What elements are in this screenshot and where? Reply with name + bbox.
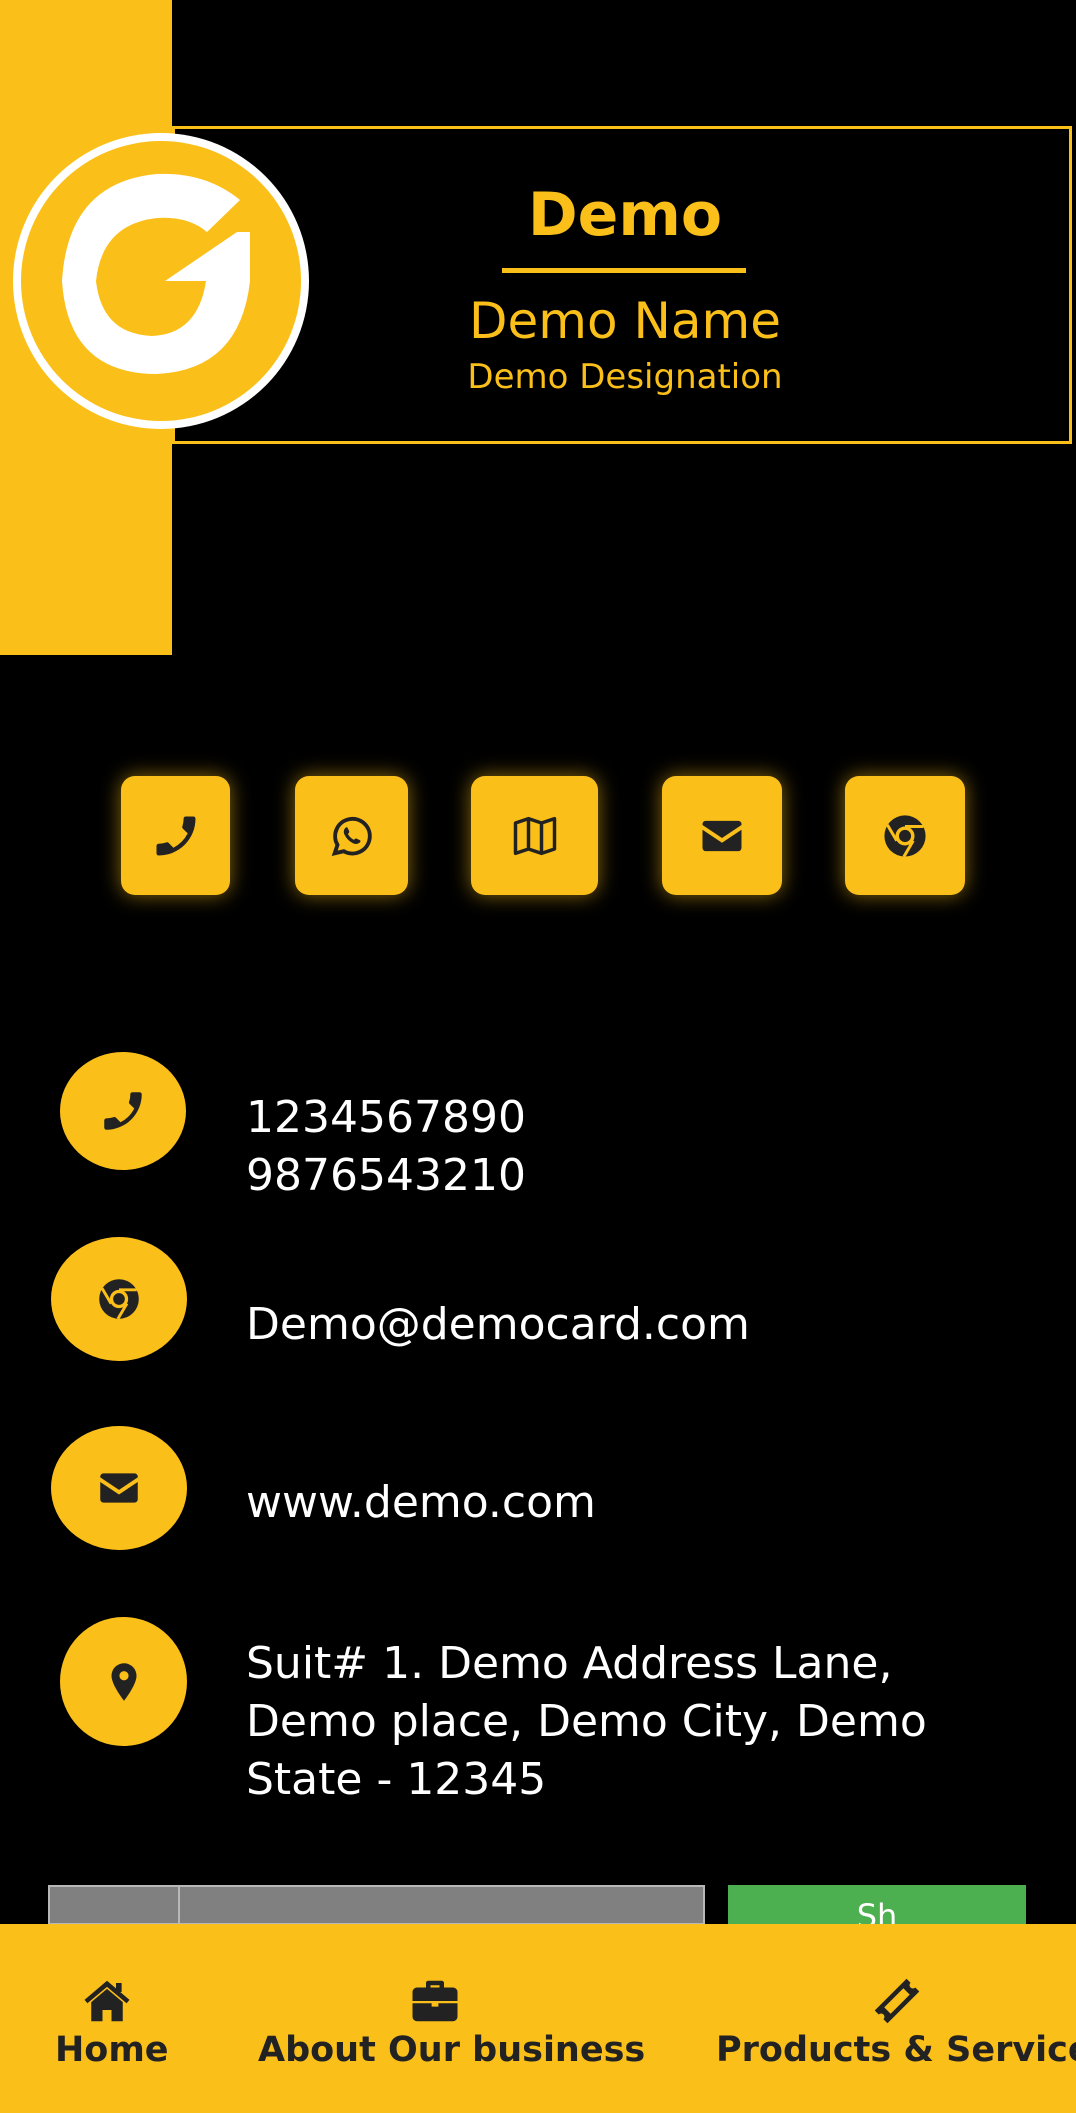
- country-code-box[interactable]: [50, 1887, 180, 1923]
- map-button[interactable]: [471, 776, 598, 895]
- ticket-icon: [874, 1978, 920, 2024]
- phone-number-1[interactable]: 1234567890: [246, 1089, 526, 1147]
- nav-home-label: Home: [55, 2030, 169, 2070]
- nav-about[interactable]: About Our business: [240, 1924, 645, 2113]
- chrome-info-icon[interactable]: [51, 1237, 187, 1361]
- person-designation: Demo Designation: [467, 357, 783, 397]
- address-line-1: Suit# 1. Demo Address Lane,: [246, 1638, 893, 1689]
- email-text[interactable]: Demo@democard.com: [246, 1296, 750, 1354]
- map-icon: [513, 816, 556, 855]
- phone-icon: [156, 816, 195, 855]
- phone-icon: [104, 1092, 142, 1130]
- whatsapp-button[interactable]: [295, 776, 408, 895]
- nav-products-label: Products & Services: [716, 2030, 1076, 2070]
- briefcase-icon: [412, 1980, 458, 2022]
- company-name: Demo: [527, 180, 723, 250]
- bottom-navigation: Home About Our business Products & Servi…: [0, 1924, 1076, 2113]
- email-button[interactable]: [662, 776, 782, 895]
- phone-info-icon[interactable]: [60, 1052, 186, 1170]
- website-text[interactable]: www.demo.com: [246, 1474, 596, 1532]
- share-number-input[interactable]: [48, 1885, 705, 1925]
- website-button[interactable]: [845, 776, 965, 895]
- whatsapp-icon: [331, 816, 372, 856]
- company-logo: [13, 133, 309, 429]
- nav-products[interactable]: Products & Services: [700, 1924, 1076, 2113]
- home-icon: [84, 1980, 130, 2022]
- envelope-icon: [702, 820, 742, 851]
- person-name: Demo Name: [469, 292, 781, 350]
- share-button[interactable]: Sh: [728, 1885, 1026, 1925]
- chrome-icon: [884, 814, 926, 857]
- map-pin-icon: [111, 1662, 136, 1701]
- envelope-info-icon[interactable]: [51, 1426, 187, 1550]
- chrome-icon: [99, 1279, 139, 1320]
- address-line-3: State - 12345: [246, 1754, 547, 1805]
- nav-about-label: About Our business: [258, 2030, 646, 2070]
- nav-home[interactable]: Home: [0, 1924, 230, 2113]
- location-info-icon[interactable]: [60, 1617, 187, 1746]
- phone-number-2[interactable]: 9876543210: [246, 1147, 526, 1205]
- call-button[interactable]: [121, 776, 230, 895]
- company-underline: [502, 268, 746, 273]
- share-button-label: Sh: [856, 1897, 898, 1925]
- envelope-icon: [100, 1473, 138, 1503]
- address-line-2: Demo place, Demo City, Demo: [246, 1696, 927, 1747]
